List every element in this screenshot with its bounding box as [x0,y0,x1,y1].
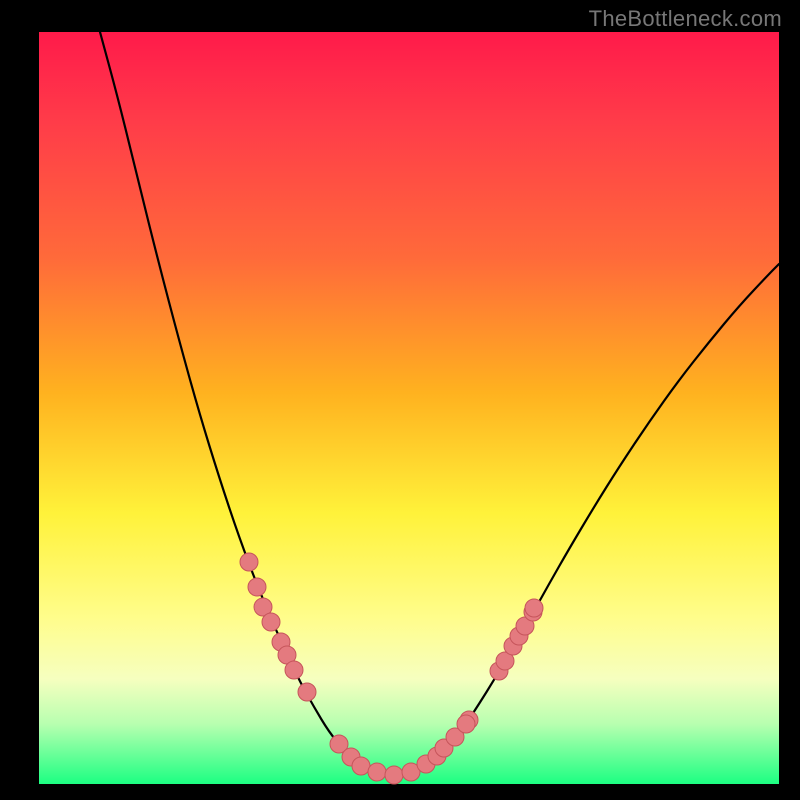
bottleneck-curve [100,32,779,776]
data-dot [248,578,266,596]
data-dot [368,763,386,781]
watermark-text: TheBottleneck.com [589,6,782,32]
data-dot [525,599,543,617]
data-dot [240,553,258,571]
chart-overlay [39,32,779,784]
data-dot [285,661,303,679]
data-dot [352,757,370,775]
data-dot [457,715,475,733]
data-dot [385,766,403,784]
dots-group [240,553,543,784]
data-dot [262,613,280,631]
data-dot [298,683,316,701]
chart-frame: TheBottleneck.com [0,0,800,800]
